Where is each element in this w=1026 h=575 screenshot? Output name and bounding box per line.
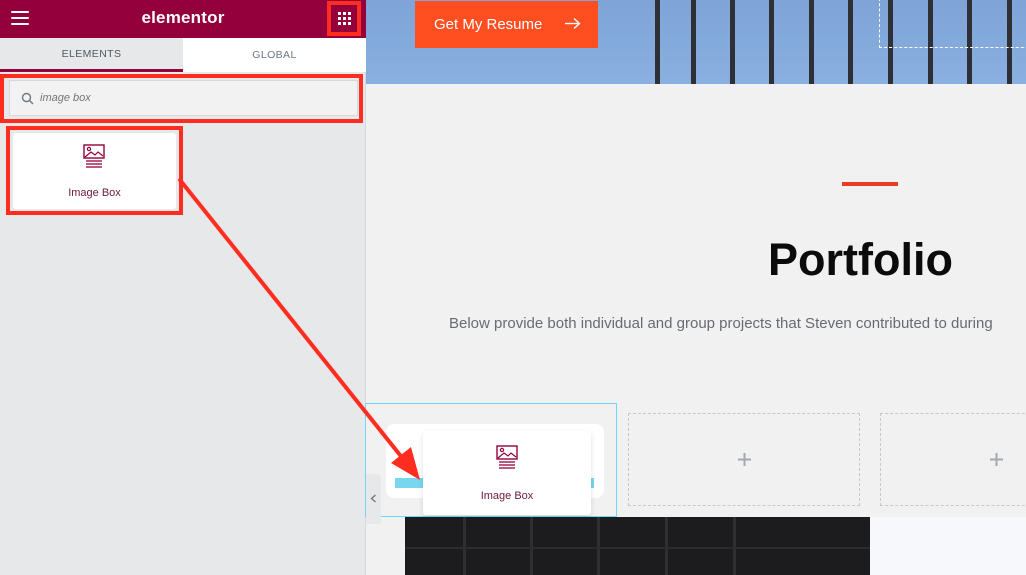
get-resume-button[interactable]: Get My Resume	[415, 1, 598, 48]
hero-section: Get My Resume	[366, 0, 1026, 84]
section-accent-line	[842, 182, 898, 186]
empty-drop-area[interactable]	[879, 0, 1026, 48]
panel-tabs: ELEMENTS GLOBAL	[0, 38, 366, 72]
empty-column[interactable]	[628, 413, 860, 506]
light-panel	[870, 517, 1026, 575]
resume-button-label: Get My Resume	[434, 16, 543, 33]
grid-apps-icon	[338, 12, 351, 25]
portfolio-image	[405, 517, 870, 575]
widget-image-box[interactable]: Image Box	[13, 133, 176, 209]
plus-icon	[737, 453, 751, 466]
portfolio-heading: Portfolio	[768, 234, 953, 285]
arrow-right-icon	[565, 17, 581, 30]
search-icon	[21, 92, 34, 105]
panel-header: elementor	[0, 0, 366, 38]
elementor-panel: elementor ELEMENTS GLOBAL image box Imag…	[0, 0, 366, 575]
elementor-editor: elementor ELEMENTS GLOBAL image box Imag…	[0, 0, 1026, 575]
dragged-widget-image-box[interactable]: Image Box	[423, 431, 591, 515]
portfolio-description: Below provide both individual and group …	[449, 315, 993, 332]
widget-label: Image Box	[480, 490, 534, 502]
image-box-icon	[83, 144, 105, 168]
plus-icon	[990, 453, 1003, 466]
elementor-logo: elementor	[141, 8, 225, 27]
collapse-panel-button[interactable]	[366, 474, 381, 524]
widget-label: Image Box	[68, 187, 121, 199]
tab-elements[interactable]: ELEMENTS	[0, 38, 183, 72]
widgets-grid-button[interactable]	[333, 7, 356, 30]
search-input[interactable]	[40, 81, 350, 115]
chevron-left-icon	[370, 494, 376, 503]
widget-search	[9, 80, 358, 116]
tab-global[interactable]: GLOBAL	[183, 38, 366, 72]
empty-column[interactable]	[880, 413, 1026, 506]
image-box-icon	[496, 445, 518, 469]
